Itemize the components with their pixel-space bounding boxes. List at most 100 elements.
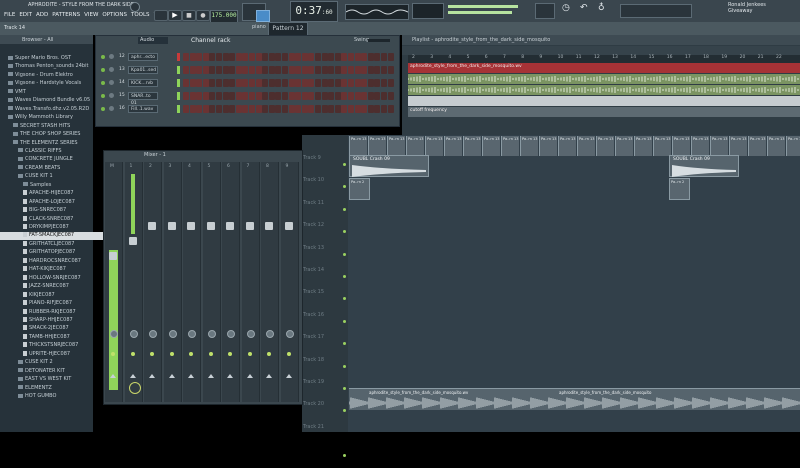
send-led[interactable] — [228, 352, 232, 356]
clip-label: Pa..rn 13 — [522, 137, 538, 141]
pattern-clip[interactable]: Pa..rn 13 — [672, 136, 690, 156]
mixer-strip[interactable]: 1 — [124, 162, 143, 402]
route-arrow[interactable] — [110, 374, 116, 378]
pan-knob[interactable] — [149, 330, 157, 338]
pattern-clip[interactable]: Pa..rn 13 — [691, 136, 709, 156]
clip-label: Pa..rn 13 — [560, 137, 576, 141]
pan-knob[interactable] — [227, 330, 235, 338]
pattern-clip[interactable]: Pa..rn 13 — [349, 136, 367, 156]
send-led[interactable] — [286, 352, 291, 356]
channel-fader[interactable] — [226, 222, 234, 230]
mixer-strip[interactable]: 5 — [202, 162, 221, 402]
route-arrow[interactable] — [246, 374, 253, 378]
mixer-strip[interactable]: 4 — [183, 162, 201, 402]
route-arrow[interactable] — [285, 374, 292, 378]
route-arrow[interactable] — [207, 374, 214, 378]
master-dial[interactable] — [129, 382, 141, 394]
channel-fader[interactable] — [265, 222, 273, 230]
pattern-clip[interactable]: Pa..rn 13 — [767, 136, 785, 156]
channel-fader[interactable] — [206, 222, 215, 230]
mixer-strip-label: 5 — [207, 164, 211, 169]
pan-knob[interactable] — [207, 330, 216, 338]
clip-label: Pa..rn 13 — [674, 137, 690, 141]
channel-fader[interactable] — [245, 222, 254, 230]
pattern-clip[interactable]: Pa..rn 13 — [596, 136, 614, 156]
route-arrow[interactable] — [149, 374, 155, 378]
channel-fader[interactable] — [187, 222, 195, 230]
crash-waveform — [672, 165, 736, 177]
pattern-clip-small[interactable]: Pa..rn 2 — [669, 178, 690, 200]
pattern-clip[interactable]: Pa..rn 13 — [482, 136, 500, 156]
mixer-strip[interactable]: 8 — [261, 162, 279, 402]
mixer-strip[interactable]: M — [105, 162, 123, 402]
mixer-strip[interactable]: 3 — [163, 162, 182, 402]
pattern-clip-row: Pa..rn 13 Pa..rn 13 Pa..rn 13 Pa..rn 13 Pa..… — [349, 136, 800, 156]
pan-knob[interactable] — [110, 330, 118, 338]
pattern-clip[interactable]: Pa..rn 13 — [615, 136, 633, 156]
pattern-clip[interactable]: Pa..rn 13 — [368, 136, 386, 156]
mixer-strip[interactable]: 7 — [241, 162, 260, 402]
bottom-bar — [0, 432, 800, 450]
crash-clip[interactable]: SOUBL Crash 09 — [669, 155, 739, 177]
channel-level-meter — [130, 174, 135, 234]
send-led[interactable] — [208, 352, 213, 356]
pan-knob[interactable] — [266, 330, 274, 338]
pattern-clip[interactable]: Pa..rn 13 — [520, 136, 538, 156]
route-arrow[interactable] — [188, 374, 194, 378]
clip-label: Pa..rn 13 — [465, 137, 481, 141]
clip-label: Pa..rn 13 — [370, 137, 386, 141]
send-led[interactable] — [150, 352, 154, 356]
pan-knob[interactable] — [285, 330, 294, 338]
pattern-clip[interactable]: Pa..rn 13 — [710, 136, 728, 156]
channel-fader[interactable] — [284, 222, 293, 230]
send-led[interactable] — [189, 352, 193, 356]
mixer-strip[interactable]: 6 — [222, 162, 240, 402]
route-arrow[interactable] — [266, 374, 272, 378]
pattern-clip[interactable]: Pa..rn 13 — [425, 136, 443, 156]
pattern-clip[interactable]: Pa..rn 13 — [406, 136, 424, 156]
send-led[interactable] — [267, 352, 271, 356]
channel-fader[interactable] — [148, 222, 156, 230]
send-led[interactable] — [169, 352, 174, 356]
pattern-clip[interactable]: Pa..rn 13 — [463, 136, 481, 156]
channel-fader[interactable] — [128, 237, 137, 245]
mixer-strip[interactable]: 9 — [280, 162, 299, 402]
pattern-clip[interactable]: Pa..rn 13 — [539, 136, 557, 156]
channel-fader[interactable] — [167, 222, 176, 230]
clip-label: Pa..rn 13 — [788, 137, 800, 141]
pan-knob[interactable] — [246, 330, 255, 338]
route-arrow[interactable] — [227, 374, 233, 378]
crash-waveform-shape — [672, 165, 736, 177]
send-led[interactable] — [130, 352, 135, 356]
mixer-strip[interactable]: 2 — [144, 162, 162, 402]
pan-knob[interactable] — [129, 330, 138, 338]
pan-knob[interactable] — [168, 330, 177, 338]
pattern-clip[interactable]: Pa..rn 13 — [729, 136, 747, 156]
pan-knob[interactable] — [188, 330, 196, 338]
pattern-clip[interactable]: Pa..rn 13 — [653, 136, 671, 156]
route-arrow[interactable] — [168, 374, 175, 378]
pattern-clip[interactable]: Pa..rn 13 — [634, 136, 652, 156]
pattern-clip[interactable]: Pa..rn 13 — [501, 136, 519, 156]
mixer-strip-label: 6 — [227, 164, 230, 169]
clip-label: Pa..rn 13 — [636, 137, 652, 141]
route-arrow[interactable] — [129, 374, 136, 378]
clip-label: Pa..rn 13 — [712, 137, 728, 141]
send-led[interactable] — [247, 352, 252, 356]
channel-fader[interactable] — [109, 252, 117, 260]
clip-label: Pa..rn 13 — [655, 137, 671, 141]
pattern-clip[interactable]: Pa..rn 13 — [748, 136, 766, 156]
crash-clip[interactable]: SOUBL Crash 09 — [349, 155, 429, 177]
pattern-clip[interactable]: Pa..rn 13 — [387, 136, 405, 156]
audio-clip[interactable]: aphrodite_style_from_the_dark_side_mosqu… — [349, 388, 800, 410]
clip-label: Pa..rn 13 — [408, 137, 424, 141]
pattern-clip[interactable]: Pa..rn 13 — [558, 136, 576, 156]
mixer-strip-label: 7 — [246, 164, 250, 169]
clip-label: Pa..rn 2 — [351, 180, 365, 184]
track-mute-led[interactable] — [343, 454, 346, 458]
pattern-clip[interactable]: Pa..rn 13 — [577, 136, 595, 156]
pattern-clip[interactable]: Pa..rn 13 — [444, 136, 462, 156]
pattern-clip[interactable]: Pa..rn 13 — [786, 136, 800, 156]
pattern-clip-small[interactable]: Pa..rn 2 — [349, 178, 370, 200]
send-led[interactable] — [111, 352, 115, 356]
